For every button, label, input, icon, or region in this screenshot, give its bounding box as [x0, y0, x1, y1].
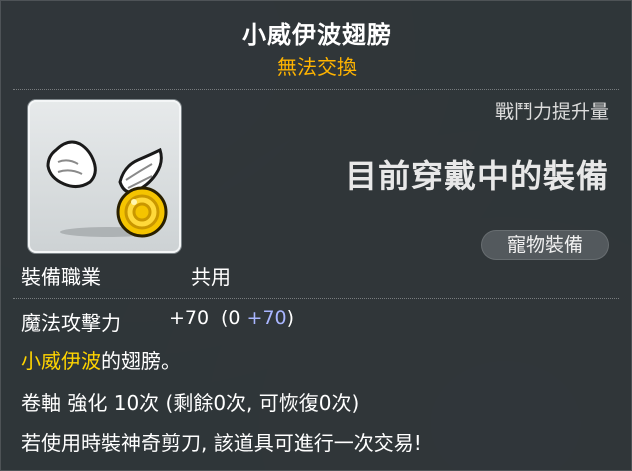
- stat-total: +70: [169, 307, 210, 329]
- trade-status: 無法交換: [277, 55, 357, 79]
- description-highlight: 小威伊波: [21, 349, 101, 373]
- stat-name: 魔法攻擊力: [21, 311, 121, 335]
- power-increase-label: 戰鬥力提升量: [494, 101, 609, 123]
- stat-paren-open: (0: [221, 307, 247, 329]
- stats-divider: [13, 298, 619, 299]
- stat-paren-close: ): [286, 307, 295, 329]
- job-value: 共用: [191, 265, 231, 289]
- stat-bonus: +70: [246, 307, 287, 329]
- item-tooltip: 小威伊波翅膀 無法交換 戰鬥力提升量 目前穿戴中的裝備 寵物裝備 裝備職業 共用…: [0, 0, 632, 471]
- category-badge: 寵物裝備: [481, 230, 609, 260]
- item-icon-frame: [28, 100, 181, 253]
- upgrade-info: 卷軸 強化 10次 (剩餘0次, 可恢復0次): [21, 391, 360, 415]
- winged-gold-coin-icon: [46, 140, 168, 238]
- scissors-info: 若使用時裝神奇剪刀, 該道具可進行一次交易!: [21, 431, 422, 455]
- job-label: 裝備職業: [21, 265, 101, 289]
- item-description: 小威伊波的翅膀。: [21, 345, 181, 374]
- currently-equipped-label: 目前穿戴中的裝備: [344, 157, 609, 195]
- description-rest: 的翅膀。: [101, 349, 181, 373]
- stat-breakdown: (0 +70): [221, 307, 294, 329]
- header-divider: [13, 89, 619, 90]
- item-name: 小威伊波翅膀: [242, 21, 392, 49]
